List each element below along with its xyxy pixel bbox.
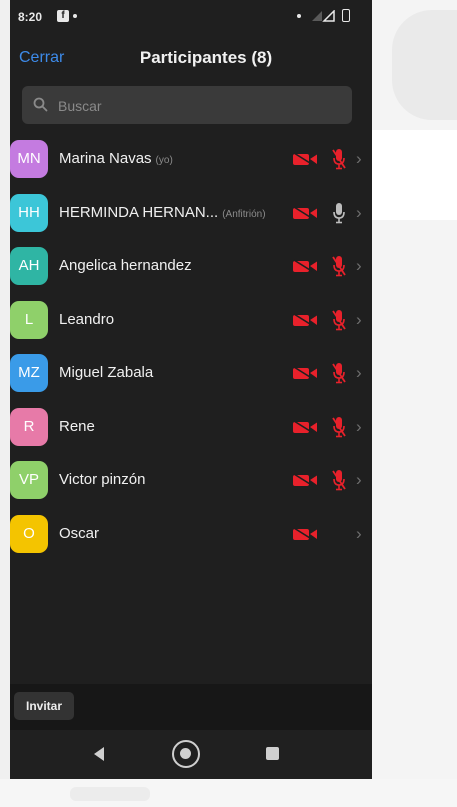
video-off-icon [293, 312, 317, 327]
status-time: 8:20 [18, 10, 43, 24]
participant-name-wrap: Marina Navas (yo) [59, 150, 173, 167]
avatar: MZ [10, 354, 48, 392]
video-off-icon [293, 205, 317, 220]
background-right [372, 0, 457, 807]
home-icon[interactable] [172, 740, 200, 768]
mic-muted-icon [332, 256, 346, 277]
background-left-edge [0, 0, 10, 807]
header: Cerrar Participantes (8) [10, 34, 372, 82]
invite-button[interactable]: Invitar [14, 692, 75, 720]
background-bottom [0, 779, 457, 807]
participant-role-tag: (yo) [155, 155, 173, 166]
video-off-icon [293, 152, 317, 166]
participant-name: Oscar [59, 524, 100, 542]
search-bar[interactable] [22, 86, 352, 124]
android-nav-bar [10, 730, 372, 779]
participant-name: Rene [59, 417, 95, 435]
participant-row[interactable]: VP Victor pinzón › [10, 453, 372, 507]
participant-row[interactable]: R Rene › [10, 400, 372, 454]
participant-name: HERMINDA HERNAN... [59, 203, 219, 221]
footer-bar: Invitar [10, 684, 372, 730]
avatar: VP [10, 461, 48, 499]
chevron-right-icon: › [356, 416, 362, 436]
chevron-right-icon: › [356, 523, 362, 543]
participant-row[interactable]: MZ Miguel Zabala › [10, 346, 372, 400]
participant-name-wrap: Rene [59, 418, 95, 435]
avatar: O [10, 514, 48, 553]
search-input[interactable] [56, 94, 340, 118]
chevron-right-icon: › [356, 363, 362, 382]
status-dot-icon [297, 14, 301, 18]
participant-row[interactable]: AH Angelica hernandez › [10, 239, 372, 293]
video-off-icon [293, 473, 317, 487]
chevron-right-icon: › [356, 202, 362, 222]
participant-name-wrap: Miguel Zabala [59, 364, 153, 381]
chevron-right-icon: › [356, 309, 362, 329]
chevron-right-icon: › [356, 470, 362, 489]
video-off-icon [293, 419, 317, 434]
participant-name-wrap: Oscar [59, 525, 99, 542]
participant-list: MN Marina Navas (yo) › HH HERMINDA HERNAN...(… [10, 132, 372, 560]
facebook-notification-icon: f [57, 10, 69, 22]
recents-icon[interactable] [266, 747, 279, 760]
phone-screen: 8:20 f Cerrar Participantes (8) MN Marina… [10, 0, 372, 779]
avatar: R [10, 407, 48, 446]
mic-icon [333, 202, 345, 223]
notification-dot-icon [73, 14, 77, 18]
avatar: L [10, 300, 48, 339]
mic-muted-icon [332, 470, 346, 491]
mic-muted-icon [332, 363, 346, 384]
search-icon [33, 97, 48, 112]
video-off-icon [293, 366, 317, 380]
participant-name-wrap: HERMINDA HERNAN... (Anfitrión) [59, 204, 266, 221]
mic-muted-icon [332, 309, 346, 330]
chevron-right-icon: › [356, 256, 362, 275]
background-shape [372, 130, 457, 220]
participant-role-tag: (Anfitrión) [222, 208, 266, 220]
mic-muted-icon [332, 149, 346, 170]
participant-row[interactable]: O Oscar › [10, 507, 372, 561]
participant-name-wrap: Leandro [59, 311, 114, 328]
avatar: AH [10, 247, 48, 285]
participant-name: Angelica hernandez [59, 257, 192, 274]
back-icon[interactable] [92, 746, 106, 762]
avatar: HH [10, 193, 48, 232]
video-off-icon [293, 526, 317, 541]
participant-name: Leandro [59, 310, 115, 328]
participant-row[interactable]: MN Marina Navas (yo) › [10, 132, 372, 186]
participant-name-wrap: Angelica hernandez [59, 257, 192, 274]
background-shape [70, 787, 150, 801]
video-off-icon [293, 259, 317, 273]
participant-name: Marina Navas [59, 150, 152, 167]
chevron-right-icon: › [356, 149, 362, 168]
signal-icon [312, 10, 335, 22]
mic-muted-icon [332, 416, 346, 437]
participant-row[interactable]: L Leandro › [10, 293, 372, 347]
participant-name-wrap: Victor pinzón [59, 471, 145, 488]
status-bar: 8:20 f [10, 0, 372, 34]
page-title: Participantes (8) [139, 48, 273, 67]
participant-name: Victor pinzón [59, 471, 146, 488]
background-shape [392, 10, 457, 120]
avatar: MN [10, 140, 48, 178]
participant-row[interactable]: HH HERMINDA HERNAN... (Anfitrión) › [10, 186, 372, 240]
battery-icon [342, 9, 350, 22]
participant-name: Miguel Zabala [59, 364, 154, 381]
